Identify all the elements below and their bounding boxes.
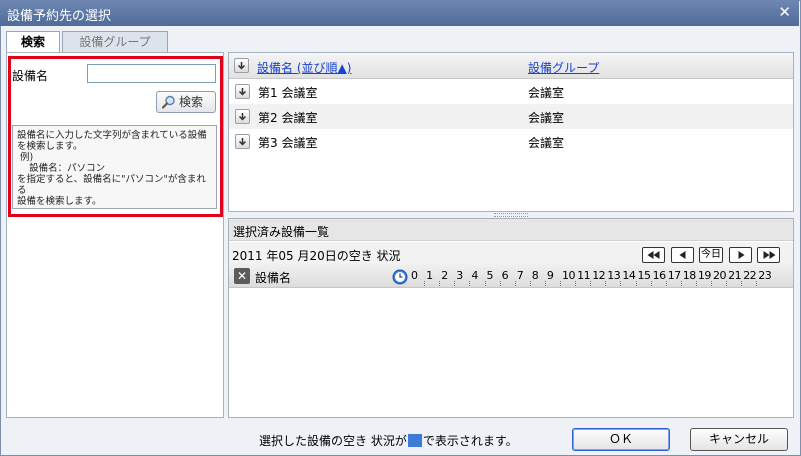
tab-equipment-group[interactable]: 設備グループ [62, 31, 168, 53]
next-week-button[interactable] [757, 247, 780, 263]
row-name: 第1 会議室 [258, 86, 318, 100]
table-row[interactable]: 第2 会議室 会議室 [229, 104, 793, 129]
hour-label: 9 [546, 269, 554, 282]
hour-label: 8 [531, 269, 539, 282]
row-group: 会議室 [528, 86, 565, 100]
today-button[interactable]: 今日 [699, 247, 723, 263]
search-button[interactable]: 検索 [156, 91, 216, 113]
hour-tick [454, 281, 456, 286]
window-title: 設備予約先の選択 [7, 9, 112, 24]
legend-text: 選択した設備の空き 状況が で表示されます。 [259, 434, 518, 448]
availability-date: 2011 年05 月20日の空き 状況 [232, 249, 401, 263]
arrow-down-icon[interactable] [235, 84, 250, 99]
pane-splitter-handle[interactable] [494, 213, 528, 217]
hour-tick [605, 281, 607, 286]
hour-tick [560, 281, 561, 286]
hour-label: 2 [441, 269, 448, 282]
hour-label: 22 [743, 269, 757, 282]
hour-tick [635, 281, 637, 286]
hour-label: 0 [411, 269, 418, 282]
hour-tick [439, 281, 441, 286]
hour-label: 16 [652, 269, 667, 282]
next-day-button[interactable] [729, 247, 752, 263]
hour-tick [424, 281, 426, 286]
row-name: 第2 会議室 [258, 111, 318, 125]
hour-label: 17 [667, 269, 682, 282]
arrow-down-icon[interactable] [235, 134, 250, 149]
column-header-group[interactable]: 設備グループ [528, 59, 599, 76]
hour-label: 20 [713, 269, 727, 282]
hour-label: 4 [471, 269, 478, 282]
row-name: 第3 会議室 [258, 136, 318, 150]
magnifier-icon [162, 95, 175, 109]
hour-tick [680, 281, 682, 286]
hour-label: 21 [728, 269, 742, 282]
hour-tick [484, 281, 486, 286]
hour-tick [529, 281, 531, 286]
prev-day-button[interactable] [671, 247, 694, 263]
hour-tick [514, 281, 516, 286]
search-help-text: 設備名に入力した文字列が含まれている設備 を検索します。 例) 設備名：パソコン… [12, 125, 217, 209]
title-bar: 設備予約先の選択 ✕ [0, 0, 799, 26]
hour-tick [695, 281, 697, 286]
add-all-arrow-icon[interactable] [234, 58, 249, 73]
row-group: 会議室 [528, 136, 565, 150]
hour-tick [665, 281, 667, 286]
hour-label: 19 [697, 269, 712, 282]
hour-label: 3 [456, 269, 463, 282]
hour-tick [469, 281, 471, 286]
hour-label: 14 [622, 269, 636, 282]
double-left-icon [647, 251, 659, 259]
hour-column-label: 設備名 [255, 271, 292, 285]
hour-label: 11 [577, 269, 591, 282]
equipment-name-input[interactable] [87, 64, 216, 83]
hour-label: 13 [607, 269, 621, 282]
equipment-name-label: 設備名 [12, 69, 49, 83]
hour-label: 15 [637, 269, 652, 282]
arrow-down-icon[interactable] [235, 109, 250, 124]
close-icon[interactable]: ✕ [778, 3, 791, 21]
double-right-icon [763, 251, 775, 259]
hour-label: 6 [501, 269, 509, 282]
prev-week-button[interactable] [642, 247, 665, 263]
hour-label: 23 [758, 269, 772, 282]
sort-order-link[interactable]: (並び順▲) [297, 61, 352, 75]
right-icon [738, 251, 744, 259]
hour-tick [620, 281, 622, 286]
hour-tick [544, 281, 546, 286]
selected-equipment-title: 選択済み設備一覧 [233, 225, 330, 239]
hour-label: 5 [486, 269, 494, 282]
hour-label: 18 [682, 269, 697, 282]
availability-color-swatch [407, 434, 422, 447]
hour-tick [650, 281, 652, 286]
hour-tick [756, 281, 758, 286]
left-icon [679, 251, 685, 259]
selected-equipment-header: 選択済み設備一覧 [229, 219, 793, 241]
table-row[interactable]: 第1 会議室 会議室 [229, 79, 793, 104]
search-button-label: 検索 [179, 95, 204, 109]
cancel-button[interactable]: キャンセル [690, 428, 788, 451]
close-box-icon[interactable]: ✕ [234, 268, 250, 284]
hour-label: 12 [592, 269, 606, 282]
hour-label: 1 [426, 269, 433, 282]
hour-tick [741, 281, 743, 286]
tab-search[interactable]: 検索 [6, 31, 60, 53]
equipment-list-header: 設備名 (並び順▲) 設備グループ [229, 53, 793, 79]
hour-tick [726, 281, 728, 286]
hour-label: 10 [562, 269, 576, 282]
clock-icon [392, 269, 408, 285]
ok-button[interactable]: ＯＫ [572, 428, 670, 451]
row-group: 会議室 [528, 111, 565, 125]
hour-tick [499, 281, 501, 286]
column-header-name[interactable]: 設備名 (並び順▲) [257, 59, 351, 76]
hour-tick [575, 281, 577, 286]
hour-tick [590, 281, 592, 286]
hour-tick [711, 281, 712, 286]
table-row[interactable]: 第3 会議室 会議室 [229, 129, 793, 154]
hour-label: 7 [516, 269, 524, 282]
